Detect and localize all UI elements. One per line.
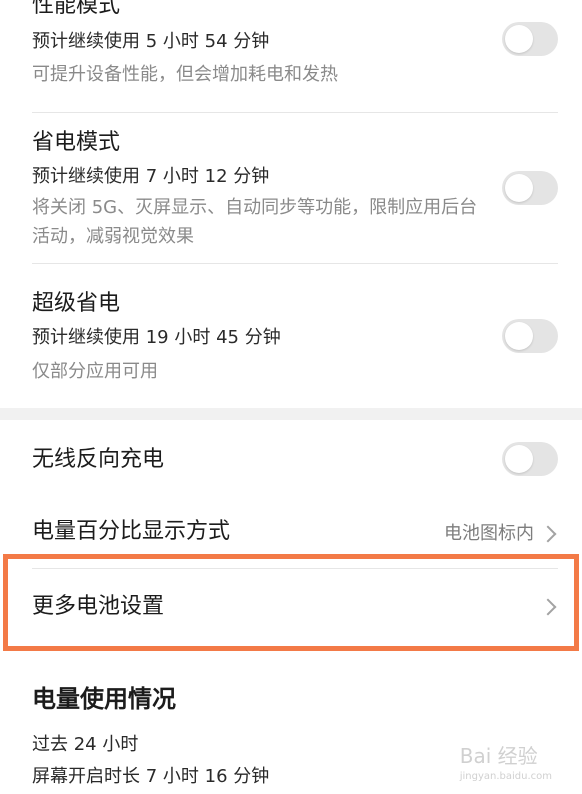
watermark-brand: Bai 经验 <box>459 744 538 768</box>
battery-percentage-display-title: 电量百分比显示方式 <box>32 519 231 544</box>
power-saving-mode-row[interactable]: 省电模式 预计继续使用 7 小时 12 分钟 将关闭 5G、灭屏显示、自动同步等… <box>0 113 582 263</box>
toggle-knob <box>505 25 533 53</box>
performance-mode-row[interactable]: 性能模式 预计继续使用 5 小时 54 分钟 可提升设备性能，但会增加耗电和发热 <box>0 0 582 112</box>
toggle-knob <box>505 445 533 473</box>
power-saving-mode-toggle[interactable] <box>502 171 558 205</box>
performance-mode-title: 性能模式 <box>32 0 121 18</box>
wireless-reverse-charging-toggle[interactable] <box>502 442 558 476</box>
super-power-saving-toggle[interactable] <box>502 319 558 353</box>
wireless-reverse-charging-row[interactable]: 无线反向充电 <box>0 420 582 500</box>
super-power-saving-title: 超级省电 <box>32 291 121 316</box>
toggle-knob <box>505 322 533 350</box>
battery-usage-title: 电量使用情况 <box>32 685 176 713</box>
super-power-saving-description: 仅部分应用可用 <box>32 361 158 382</box>
power-saving-mode-title: 省电模式 <box>32 130 121 155</box>
super-power-saving-row[interactable]: 超级省电 预计继续使用 19 小时 45 分钟 仅部分应用可用 <box>0 264 582 408</box>
highlight-box <box>3 554 579 651</box>
screen-on-duration: 屏幕开启时长 7 小时 16 分钟 <box>32 766 270 787</box>
performance-mode-toggle[interactable] <box>502 22 558 56</box>
power-saving-mode-description: 将关闭 5G、灭屏显示、自动同步等功能，限制应用后台活动，减弱视觉效果 <box>32 197 478 247</box>
wireless-reverse-charging-title: 无线反向充电 <box>32 447 165 472</box>
super-power-saving-estimate: 预计继续使用 19 小时 45 分钟 <box>32 327 281 348</box>
performance-mode-estimate: 预计继续使用 5 小时 54 分钟 <box>32 31 270 52</box>
watermark-url: jingyan.baidu.com <box>459 771 552 782</box>
toggle-knob <box>505 174 533 202</box>
battery-percentage-display-value: 电池图标内 <box>444 523 534 544</box>
power-saving-mode-estimate: 预计继续使用 7 小时 12 分钟 <box>32 166 270 187</box>
section-gap <box>0 408 582 420</box>
usage-period: 过去 24 小时 <box>32 734 139 755</box>
baidu-watermark: Bai 经验 jingyan.baidu.com <box>460 740 552 782</box>
performance-mode-description: 可提升设备性能，但会增加耗电和发热 <box>32 64 338 85</box>
chevron-right-icon <box>539 525 557 543</box>
